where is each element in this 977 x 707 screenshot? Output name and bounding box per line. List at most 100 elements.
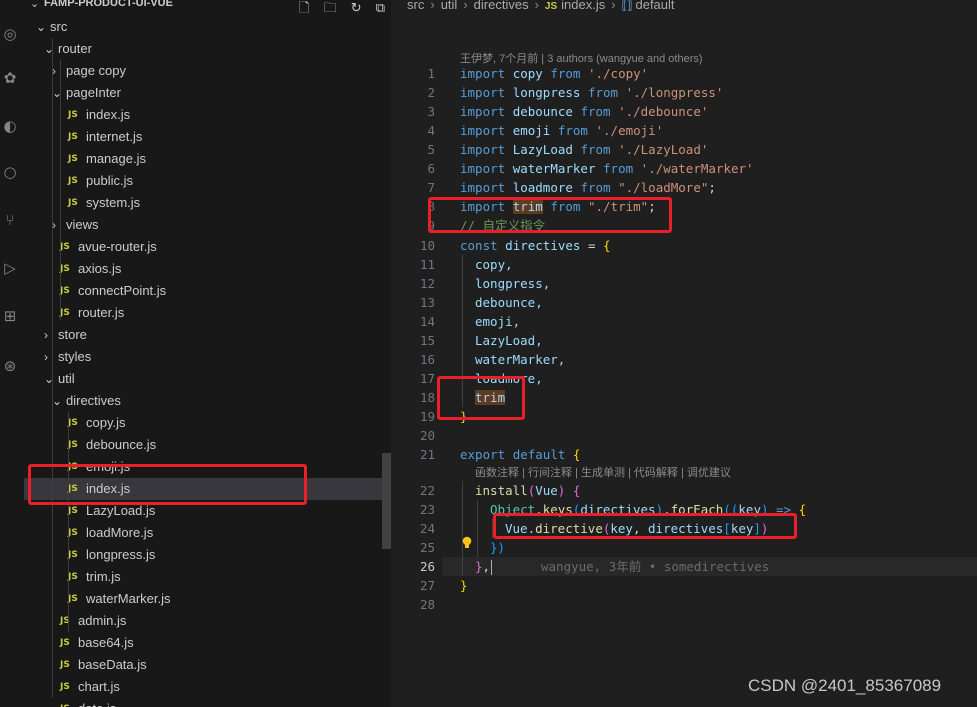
lightbulb-icon[interactable] [462,536,472,550]
tree-file[interactable]: JS copy.js [24,412,391,434]
tree-folder[interactable]: › store [24,324,391,346]
line-number[interactable]: 28 [391,595,435,614]
line-number[interactable]: 2 [391,83,435,102]
code-line-1[interactable]: import copy from './copy' [460,64,648,83]
code-line-15[interactable]: LazyLoad, [475,331,543,350]
line-number[interactable]: 5 [391,140,435,159]
tree-folder[interactable]: ⌄ router [24,38,391,60]
breadcrumb-src[interactable]: src [407,0,424,12]
tree-file[interactable]: JS base64.js [24,632,391,654]
tree-folder[interactable]: › styles [24,346,391,368]
tree-folder[interactable]: ⌄ pageInter [24,82,391,104]
line-number[interactable]: 22 [391,481,435,500]
code-line-10[interactable]: const directives = { [460,236,611,255]
code-line-13[interactable]: debounce, [475,293,543,312]
code-line-3[interactable]: import debounce from './debounce' [460,102,708,121]
copilot-icon[interactable]: ◎ [0,24,20,44]
openai-icon[interactable]: ✿ [0,68,20,88]
line-number[interactable]: 6 [391,159,435,178]
tree-file[interactable]: JS internet.js [24,126,391,148]
tree-file[interactable]: JS debounce.js [24,434,391,456]
tree-folder[interactable]: ⌄ util [24,368,391,390]
tree-file[interactable]: JS date.js [24,698,391,707]
tree-folder[interactable]: › page copy [24,60,391,82]
tree-file[interactable]: JS manage.js [24,148,391,170]
tree-file[interactable]: JS public.js [24,170,391,192]
line-number[interactable]: 17 [391,369,435,388]
tree-file[interactable]: JS longpress.js [24,544,391,566]
line-number[interactable]: 25 [391,538,435,557]
breadcrumb-directives[interactable]: directives [474,0,529,12]
run-debug-icon[interactable]: ▷ [0,258,20,278]
extensions-icon[interactable]: ⊞ [0,306,20,326]
source-control-icon[interactable]: ⑂ [0,210,20,230]
tree-file[interactable]: JS axios.js [24,258,391,280]
line-number[interactable]: 15 [391,331,435,350]
code-line-25[interactable]: }) [490,538,505,557]
remote-icon[interactable]: ⊛ [0,356,20,376]
collapse-chevron-icon[interactable]: ⌄ [30,0,39,10]
tree-folder[interactable]: ⌄ src [24,16,391,38]
tree-file[interactable]: JS router.js [24,302,391,324]
code-line-21[interactable]: export default { [460,445,580,464]
breadcrumb-util[interactable]: util [441,0,458,12]
code-line-22[interactable]: install(Vue) { [475,481,580,500]
line-number[interactable]: 20 [391,426,435,445]
code-line-16[interactable]: waterMarker, [475,350,565,369]
line-number[interactable]: 11 [391,255,435,274]
code-line-4[interactable]: import emoji from './emoji' [460,121,663,140]
breadcrumb-symbol[interactable]: default [635,0,674,12]
code-line-14[interactable]: emoji, [475,312,520,331]
line-number[interactable]: 23 [391,500,435,519]
circle-icon[interactable]: ○ [0,162,20,182]
chevron-down-icon[interactable]: ⌄ [36,16,46,38]
line-number[interactable]: 19 [391,407,435,426]
line-number[interactable]: 27 [391,576,435,595]
tree-file[interactable]: JS chart.js [24,676,391,698]
line-number[interactable]: 16 [391,350,435,369]
line-number[interactable]: 12 [391,274,435,293]
code-line-5[interactable]: import LazyLoad from './LazyLoad' [460,140,708,159]
breadcrumb-file[interactable]: index.js [561,0,605,12]
project-title[interactable]: FAMP-PRODUCT-UI-VUE [44,0,173,9]
line-number[interactable]: 10 [391,236,435,255]
tree-file[interactable]: JS admin.js [24,610,391,632]
code-line-27[interactable]: } [460,576,468,595]
edge-icon[interactable]: ◐ [0,116,20,136]
tree-file[interactable]: JS trim.js [24,566,391,588]
line-number[interactable]: 4 [391,121,435,140]
code-line-26[interactable]: }, [475,557,493,576]
line-number[interactable]: 7 [391,178,435,197]
tree-file[interactable]: JS system.js [24,192,391,214]
code-line-6[interactable]: import waterMarker from './waterMarker' [460,159,754,178]
line-number[interactable]: 24 [391,519,435,538]
chevron-right-icon[interactable]: › [44,324,48,346]
chevron-right-icon[interactable]: › [44,346,48,368]
chevron-down-icon[interactable]: ⌄ [52,390,62,412]
tree-file[interactable]: JS avue-router.js [24,236,391,258]
code-line-2[interactable]: import longpress from './longpress' [460,83,723,102]
code-line-11[interactable]: copy, [475,255,513,274]
tree-folder[interactable]: › views [24,214,391,236]
line-number[interactable]: 26 [391,557,435,576]
tree-file[interactable]: JS waterMarker.js [24,588,391,610]
line-number[interactable]: 13 [391,293,435,312]
line-number[interactable]: 1 [391,64,435,83]
tree-file[interactable]: JS baseData.js [24,654,391,676]
refresh-icon[interactable]: ↻ [351,1,362,16]
tree-folder[interactable]: ⌄ directives [24,390,391,412]
line-number[interactable]: 18 [391,388,435,407]
line-number[interactable]: 3 [391,102,435,121]
code-line-12[interactable]: longpress, [475,274,550,293]
codelens-actions[interactable]: 函数注释 | 行间注释 | 生成单测 | 代码解释 | 调优建议 [475,464,731,480]
line-number[interactable]: 14 [391,312,435,331]
code-line-7[interactable]: import loadmore from "./loadMore"; [460,178,716,197]
tree-file[interactable]: JS connectPoint.js [24,280,391,302]
collapse-all-icon[interactable]: ⧉ [376,1,385,16]
new-file-icon[interactable]: 🗋 [299,1,309,16]
line-number[interactable]: 21 [391,445,435,464]
new-folder-icon[interactable]: 🗀 [324,1,337,16]
sidebar-scrollbar[interactable] [382,453,391,549]
tree-file[interactable]: JS index.js [24,104,391,126]
tree-file[interactable]: JS loadMore.js [24,522,391,544]
